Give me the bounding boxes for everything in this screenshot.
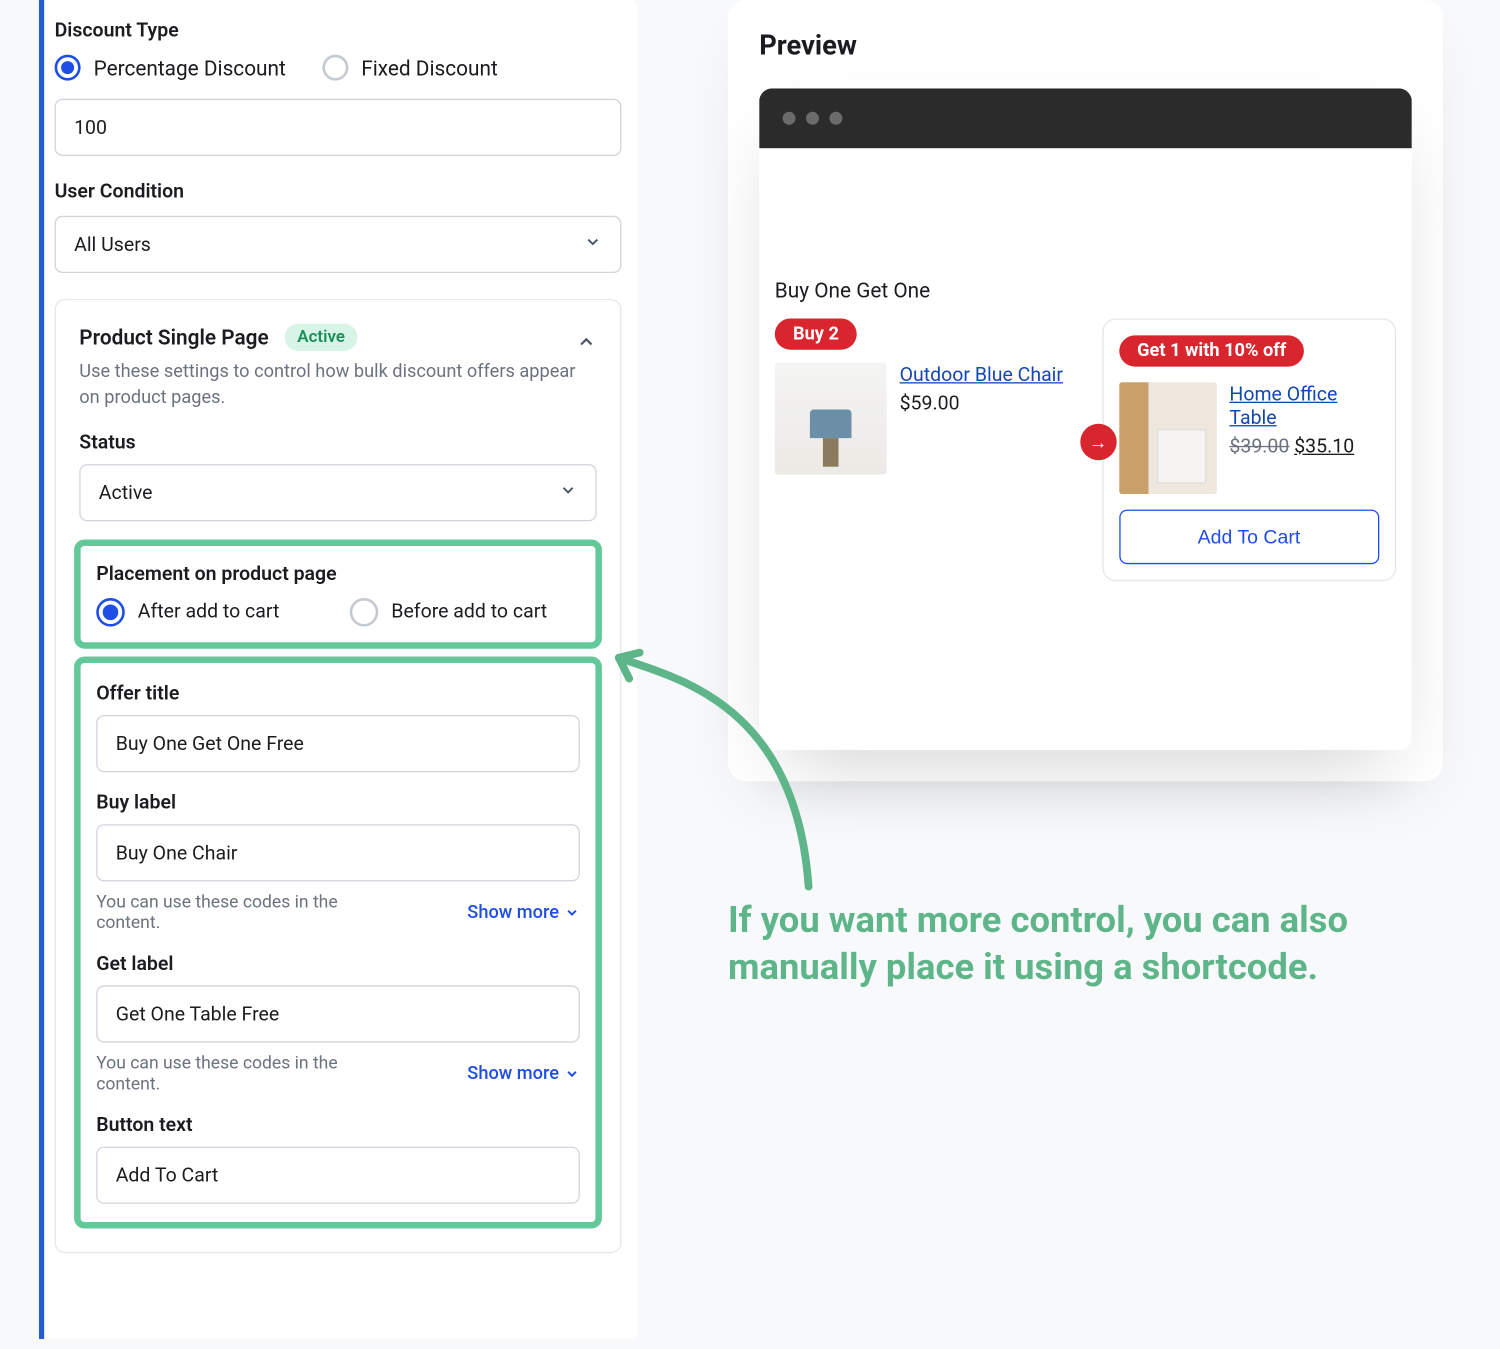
button-text-label: Button text — [96, 1112, 580, 1135]
button-text-value: Add To Cart — [116, 1163, 219, 1186]
get-price-new: $35.10 — [1294, 434, 1354, 457]
get-label-helper: You can use these codes in the content. — [96, 1052, 356, 1094]
buy-label-helper: You can use these codes in the content. — [96, 891, 356, 933]
discount-value-input[interactable]: 100 — [55, 99, 622, 156]
radio-placement-after[interactable]: After add to cart — [96, 597, 326, 626]
preview-title: Preview — [759, 31, 1412, 62]
placement-before-label: Before add to cart — [391, 599, 547, 624]
get-product-link[interactable]: Home Office Table — [1229, 382, 1379, 429]
add-to-cart-button[interactable]: Add To Cart — [1119, 510, 1379, 565]
show-more-text: Show more — [467, 902, 559, 923]
collapse-toggle[interactable] — [576, 332, 597, 358]
settings-panel: Discount Type Percentage Discount Fixed … — [39, 0, 637, 1339]
buy-label-input[interactable]: Buy One Chair — [96, 824, 580, 881]
window-dot-icon — [806, 112, 819, 125]
radio-icon — [350, 597, 379, 626]
card-title: Product Single Page — [79, 325, 268, 350]
show-more-buy[interactable]: Show more — [467, 902, 579, 923]
radio-placement-before[interactable]: Before add to cart — [350, 597, 580, 626]
buy-label-label: Buy label — [96, 790, 580, 813]
offer-fields-section: Offer title Buy One Get One Free Buy lab… — [74, 656, 602, 1228]
product-single-page-card: Product Single Page Active Use these set… — [55, 299, 622, 1253]
status-select[interactable]: Active — [79, 464, 596, 521]
radio-percentage-discount[interactable]: Percentage Discount — [55, 55, 286, 81]
annotation-text: If you want more control, you can also m… — [728, 897, 1404, 992]
offer-title-input[interactable]: Buy One Get One Free — [96, 714, 580, 771]
get-label-value: Get One Table Free — [116, 1002, 279, 1025]
chevron-down-icon — [564, 1065, 580, 1081]
product-image-chair — [775, 363, 887, 475]
radio-fixed-label: Fixed Discount — [361, 55, 498, 80]
user-condition-label: User Condition — [55, 179, 622, 202]
active-badge: Active — [284, 324, 358, 351]
chevron-down-icon — [584, 233, 602, 256]
discount-type-label: Discount Type — [55, 18, 622, 41]
radio-icon — [322, 55, 348, 81]
arrow-right-icon: → — [1080, 424, 1116, 460]
get-badge: Get 1 with 10% off — [1119, 335, 1305, 366]
offer-title-value: Buy One Get One Free — [116, 731, 304, 754]
product-image-table — [1119, 382, 1216, 494]
discount-value-text: 100 — [74, 116, 107, 139]
status-value: Active — [99, 480, 153, 503]
user-condition-select[interactable]: All Users — [55, 216, 622, 273]
preview-panel: Preview Buy One Get One Buy 2 — [728, 0, 1443, 781]
chevron-down-icon — [564, 904, 580, 920]
card-description: Use these settings to control how bulk d… — [79, 359, 596, 412]
get-price-old: $39.00 — [1229, 434, 1289, 457]
get-label-input[interactable]: Get One Table Free — [96, 985, 580, 1042]
offer-title-label: Offer title — [96, 681, 580, 704]
placement-after-label: After add to cart — [138, 599, 280, 624]
chevron-down-icon — [559, 480, 577, 503]
placement-section: Placement on product page After add to c… — [74, 539, 602, 648]
show-more-text: Show more — [467, 1063, 559, 1084]
buy-badge: Buy 2 — [775, 319, 857, 350]
buy-product-link[interactable]: Outdoor Blue Chair — [900, 363, 1063, 386]
show-more-get[interactable]: Show more — [467, 1063, 579, 1084]
buy-label-value: Buy One Chair — [116, 841, 238, 864]
get-label-label: Get label — [96, 951, 580, 974]
browser-mock: Buy One Get One Buy 2 Outdoor Blue Chair… — [759, 88, 1412, 750]
window-dot-icon — [783, 112, 796, 125]
button-text-input[interactable]: Add To Cart — [96, 1146, 580, 1203]
buy-product-price: $59.00 — [900, 391, 1063, 414]
radio-icon — [96, 597, 125, 626]
browser-titlebar — [759, 88, 1412, 148]
preview-offer-heading: Buy One Get One — [775, 278, 1396, 303]
radio-percentage-label: Percentage Discount — [94, 55, 286, 80]
radio-icon — [55, 55, 81, 81]
window-dot-icon — [829, 112, 842, 125]
placement-label: Placement on product page — [96, 561, 580, 584]
get-product-card: → Get 1 with 10% off Home Office Table $… — [1102, 319, 1396, 582]
status-label: Status — [79, 430, 596, 453]
user-condition-value: All Users — [74, 233, 151, 256]
radio-fixed-discount[interactable]: Fixed Discount — [322, 55, 498, 81]
